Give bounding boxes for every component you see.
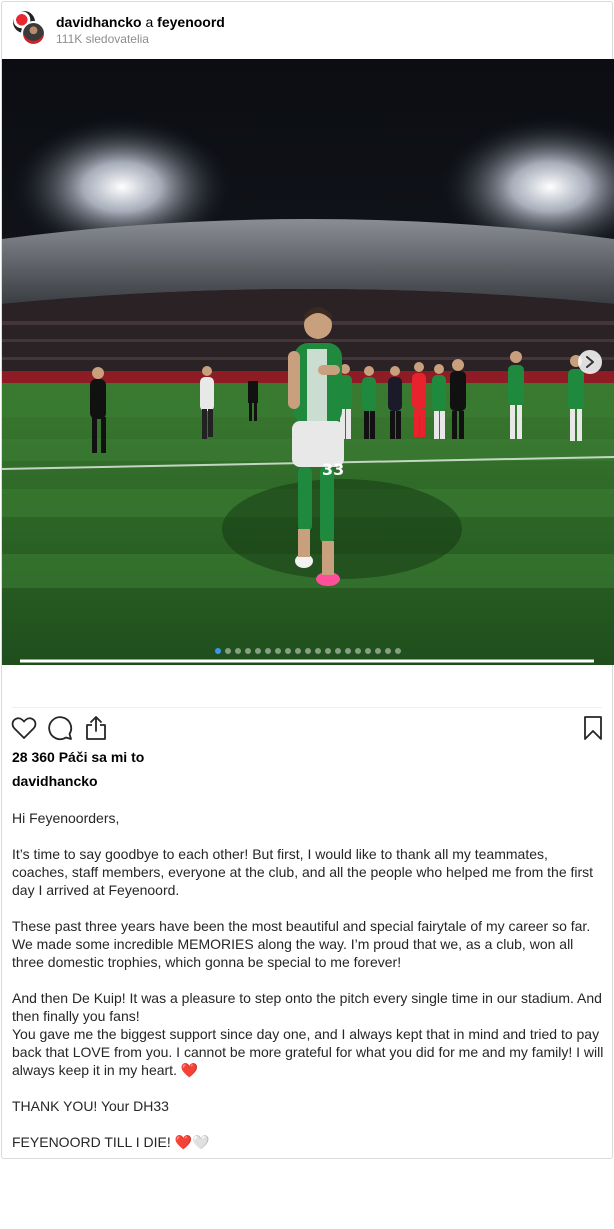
carousel-dot[interactable] bbox=[225, 648, 231, 654]
carousel-dot[interactable] bbox=[255, 648, 261, 654]
carousel-dot[interactable] bbox=[235, 648, 241, 654]
instagram-embed-card: davidhancko a feyenoord 111K sledovateli… bbox=[1, 1, 614, 1159]
collab-username-link[interactable]: feyenoord bbox=[157, 14, 225, 30]
heart-outline-icon bbox=[11, 717, 37, 739]
divider bbox=[12, 707, 602, 708]
post-media-carousel[interactable]: 33 bbox=[2, 59, 614, 665]
carousel-dot[interactable] bbox=[285, 648, 291, 654]
post-caption: Hi Feyenoorders, It’s time to say goodby… bbox=[12, 809, 606, 1151]
carousel-dot[interactable] bbox=[245, 648, 251, 654]
follower-count: 111K sledovatelia bbox=[56, 32, 149, 46]
carousel-dot[interactable] bbox=[325, 648, 331, 654]
stadium-photo: 33 bbox=[2, 59, 614, 665]
save-button[interactable] bbox=[579, 714, 607, 742]
bookmark-icon bbox=[584, 716, 602, 740]
carousel-dot[interactable] bbox=[395, 648, 401, 654]
jersey-number: 33 bbox=[322, 460, 344, 479]
avatar-stack[interactable] bbox=[12, 10, 48, 46]
caption-paragraph-6: FEYENOORD TILL I DIE! ❤️🤍 bbox=[12, 1133, 606, 1151]
carousel-pagination bbox=[2, 648, 614, 654]
red-heart-emoji: ❤️ bbox=[180, 1062, 199, 1078]
comment-button[interactable] bbox=[46, 714, 74, 742]
carousel-dot[interactable] bbox=[295, 648, 301, 654]
avatar-davidhancko[interactable] bbox=[21, 21, 46, 46]
like-button[interactable] bbox=[10, 714, 38, 742]
carousel-dot[interactable] bbox=[315, 648, 321, 654]
caption-paragraph-6-text: FEYENOORD TILL I DIE! bbox=[12, 1134, 171, 1150]
user-line: davidhancko a feyenoord bbox=[56, 14, 225, 30]
post-header: davidhancko a feyenoord 111K sledovateli… bbox=[12, 10, 602, 46]
white-heart-emoji: 🤍 bbox=[192, 1134, 210, 1150]
red-heart-emoji: ❤️ bbox=[174, 1134, 193, 1150]
carousel-dot[interactable] bbox=[365, 648, 371, 654]
action-bar bbox=[10, 714, 604, 744]
carousel-dot[interactable] bbox=[335, 648, 341, 654]
caption-paragraph-4-text: And then De Kuip! It was a pleasure to s… bbox=[12, 990, 604, 1078]
username-link[interactable]: davidhancko bbox=[56, 14, 142, 30]
carousel-dot[interactable] bbox=[215, 648, 221, 654]
carousel-dot[interactable] bbox=[345, 648, 351, 654]
like-count[interactable]: 28 360 Páči sa mi to bbox=[12, 749, 144, 765]
carousel-dot[interactable] bbox=[385, 648, 391, 654]
carousel-dot[interactable] bbox=[375, 648, 381, 654]
carousel-dot[interactable] bbox=[275, 648, 281, 654]
comment-bubble-icon bbox=[48, 716, 73, 741]
caption-paragraph-5: THANK YOU! Your DH33 bbox=[12, 1098, 169, 1114]
share-button[interactable] bbox=[82, 714, 110, 742]
carousel-dot[interactable] bbox=[305, 648, 311, 654]
caption-paragraph-3: These past three years have been the mos… bbox=[12, 918, 591, 970]
caption-paragraph-4: And then De Kuip! It was a pleasure to s… bbox=[12, 989, 606, 1079]
caption-paragraph-2: It’s time to say goodbye to each other! … bbox=[12, 846, 594, 898]
caption-author[interactable]: davidhancko bbox=[12, 773, 98, 789]
share-upload-icon bbox=[86, 716, 106, 740]
chevron-right-icon bbox=[586, 356, 594, 368]
connector-text: a bbox=[145, 14, 154, 30]
carousel-dot[interactable] bbox=[265, 648, 271, 654]
carousel-next-button[interactable] bbox=[578, 350, 602, 374]
caption-paragraph-1: Hi Feyenoorders, bbox=[12, 810, 120, 826]
carousel-dot[interactable] bbox=[355, 648, 361, 654]
